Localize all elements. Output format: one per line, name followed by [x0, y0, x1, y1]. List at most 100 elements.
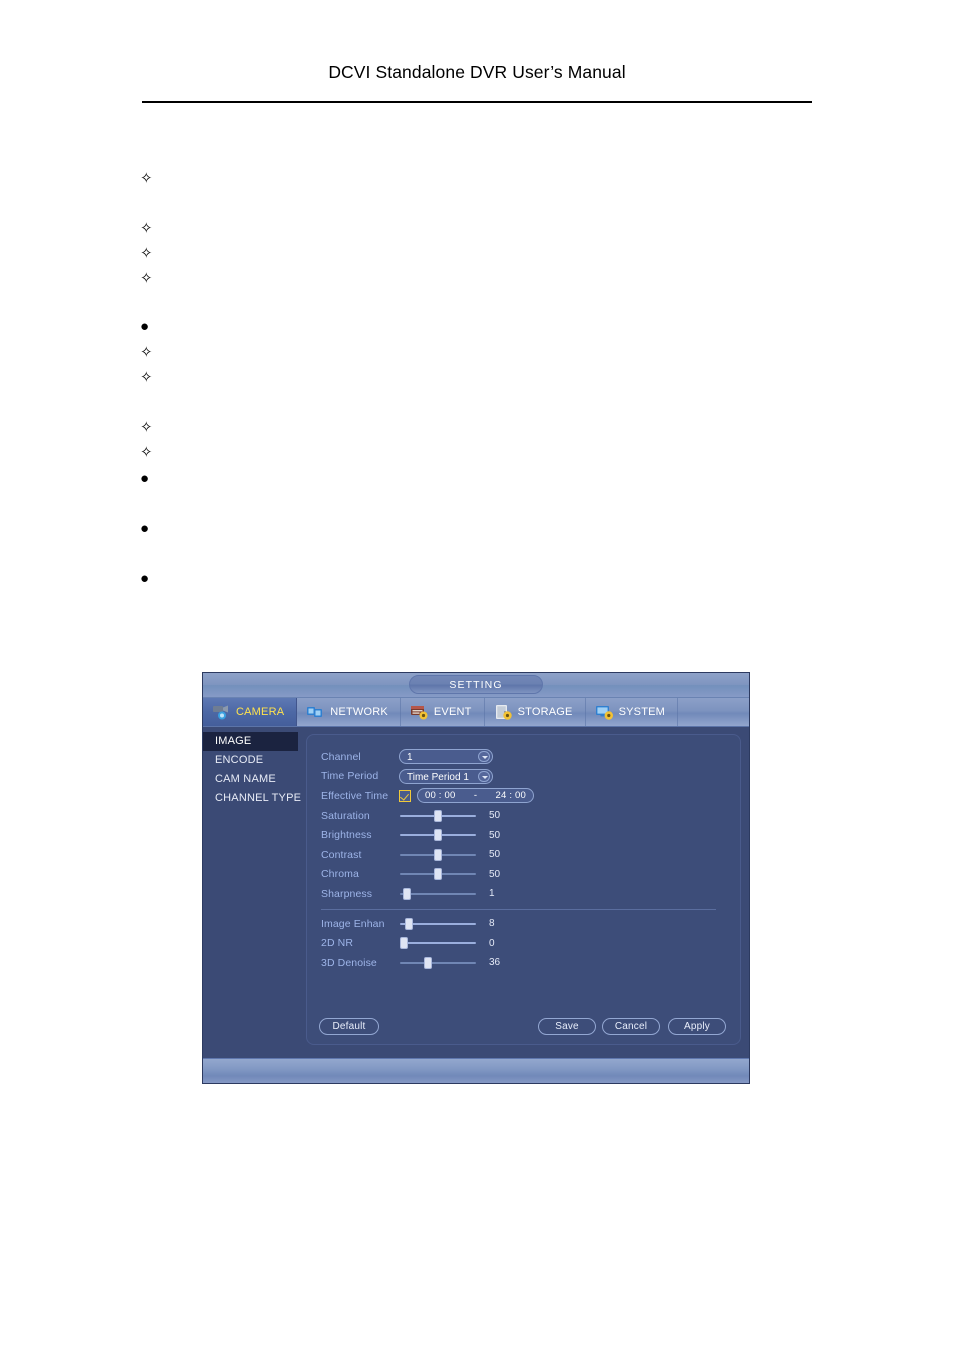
form-divider	[321, 908, 716, 910]
chroma-slider[interactable]	[400, 866, 476, 882]
tab-bar-filler	[678, 698, 749, 726]
main-tab-bar: CAMERA NETWORK EVENT STORAGE SYSTEM	[203, 698, 749, 727]
tab-network[interactable]: NETWORK	[297, 698, 401, 726]
bullet-disc-icon: ●	[140, 570, 150, 587]
brightness-slider[interactable]	[400, 827, 476, 843]
image-slider-group: Saturation 50 Brightness 50 Contrast 50 Chroma…	[321, 806, 728, 904]
slider-value: 0	[489, 937, 495, 949]
slider-label: Contrast	[321, 848, 362, 861]
bullet-item: ●	[140, 570, 162, 588]
bullet-item: ✧	[140, 220, 162, 238]
bullet-item: ✧	[140, 344, 162, 362]
row-brightness: Brightness 50	[321, 825, 728, 845]
channel-select[interactable]: 1	[399, 749, 493, 765]
bullet-disc-icon: ●	[140, 318, 150, 335]
bullet-item: ✧	[140, 170, 162, 188]
effective-time-separator: -	[473, 790, 478, 802]
dvr-setting-dialog: SETTING CAMERA NETWORK EVENT STORAGE SYSTEM …	[203, 673, 749, 1083]
default-button[interactable]: Default	[319, 1018, 379, 1035]
slider-label: Saturation	[321, 809, 370, 822]
slider-value: 36	[489, 957, 501, 969]
sidebar-item-cam-name[interactable]: CAM NAME	[203, 770, 298, 789]
bullet-item: ✧	[140, 245, 162, 263]
sidebar-item-encode[interactable]: ENCODE	[203, 751, 298, 770]
time-period-select-value: Time Period 1	[407, 771, 469, 783]
slider-knob[interactable]	[424, 956, 433, 969]
bullet-diamond-icon: ✧	[140, 369, 153, 386]
page-header: DCVI Standalone DVR User’s Manual	[142, 62, 812, 83]
chevron-down-icon[interactable]	[478, 751, 490, 763]
system-icon	[594, 703, 614, 721]
contrast-slider[interactable]	[400, 847, 476, 863]
bullet-diamond-icon: ✧	[140, 170, 153, 187]
camera-icon	[211, 703, 231, 721]
effective-time-end: 24 : 00	[495, 790, 526, 802]
bullet-item: ●	[140, 470, 162, 488]
bullet-item: ●	[140, 520, 162, 538]
row-contrast: Contrast 50	[321, 845, 728, 865]
effective-time-label: Effective Time	[321, 789, 389, 802]
effective-time-range[interactable]: 00 : 00 - 24 : 00	[417, 788, 534, 804]
bullet-disc-icon: ●	[140, 470, 150, 487]
bullet-item: ✧	[140, 419, 162, 437]
slider-knob[interactable]	[434, 848, 442, 861]
channel-select-value: 1	[407, 752, 413, 764]
tab-system[interactable]: SYSTEM	[586, 698, 679, 726]
slider-track	[400, 961, 476, 964]
sidebar-item-channel-type[interactable]: CHANNEL TYPE	[203, 789, 301, 808]
dialog-body: IMAGE ENCODE CAM NAME CHANNEL TYPE Channel …	[203, 727, 749, 1051]
image-enhan-slider[interactable]	[400, 916, 476, 932]
enhancement-slider-group: Image Enhan 8 2D NR 0 3D Denoise 36	[321, 914, 728, 973]
effective-time-start: 00 : 00	[425, 790, 456, 802]
tab-camera[interactable]: CAMERA	[203, 698, 298, 726]
slider-label: Chroma	[321, 868, 359, 881]
tab-label: CAMERA	[236, 706, 285, 718]
time-period-label: Time Period	[321, 770, 379, 783]
dialog-button-row: Default Save Cancel Apply	[319, 1018, 728, 1035]
bullet-disc-icon: ●	[140, 520, 150, 537]
image-settings-form: Channel 1 Time Period Time Period 1 Effe…	[321, 747, 728, 973]
slider-knob[interactable]	[402, 887, 411, 900]
bullet-diamond-icon: ✧	[140, 444, 153, 461]
slider-knob[interactable]	[405, 917, 414, 930]
bullet-item: ✧	[140, 369, 162, 387]
bullet-item: ✧	[140, 444, 162, 462]
image-settings-panel: Channel 1 Time Period Time Period 1 Effe…	[306, 734, 741, 1045]
tab-storage[interactable]: STORAGE	[485, 698, 586, 726]
slider-knob[interactable]	[434, 809, 442, 822]
row-3d-denoise: 3D Denoise 36	[321, 953, 728, 973]
cancel-button[interactable]: Cancel	[602, 1018, 660, 1035]
slider-value: 50	[489, 849, 501, 861]
saturation-slider[interactable]	[400, 808, 476, 824]
slider-value: 50	[489, 868, 501, 880]
slider-label: Brightness	[321, 829, 372, 842]
slider-knob[interactable]	[400, 937, 408, 950]
effective-time-checkbox[interactable]	[399, 789, 411, 802]
apply-button[interactable]: Apply	[668, 1018, 726, 1035]
row-time-period: Time Period Time Period 1	[321, 767, 728, 787]
sidebar-item-image[interactable]: IMAGE	[203, 732, 298, 751]
slider-track	[400, 892, 476, 895]
bullet-diamond-icon: ✧	[140, 270, 153, 287]
row-effective-time: Effective Time 00 : 00 - 24 : 00	[321, 786, 728, 806]
slider-knob[interactable]	[434, 829, 442, 842]
page-header-title: DCVI Standalone DVR User’s Manual	[328, 62, 626, 82]
sharpness-slider[interactable]	[400, 886, 476, 902]
tab-label: EVENT	[433, 706, 472, 718]
slider-label: Image Enhan	[321, 917, 385, 930]
chevron-down-icon[interactable]	[478, 770, 490, 782]
2d-nr-slider[interactable]	[400, 935, 476, 951]
time-period-select[interactable]: Time Period 1	[399, 768, 493, 784]
bullet-diamond-icon: ✧	[140, 344, 153, 361]
3d-denoise-slider[interactable]	[400, 955, 476, 971]
slider-label: Sharpness	[321, 887, 373, 900]
row-image-enhan: Image Enhan 8	[321, 914, 728, 934]
slider-knob[interactable]	[434, 868, 442, 881]
tab-event[interactable]: EVENT	[401, 698, 485, 726]
bullet-item: ●	[140, 318, 162, 336]
slider-value: 8	[489, 918, 495, 930]
tab-label: NETWORK	[330, 706, 388, 718]
slider-value: 50	[489, 810, 501, 822]
save-button[interactable]: Save	[538, 1018, 596, 1035]
row-sharpness: Sharpness 1	[321, 884, 728, 904]
